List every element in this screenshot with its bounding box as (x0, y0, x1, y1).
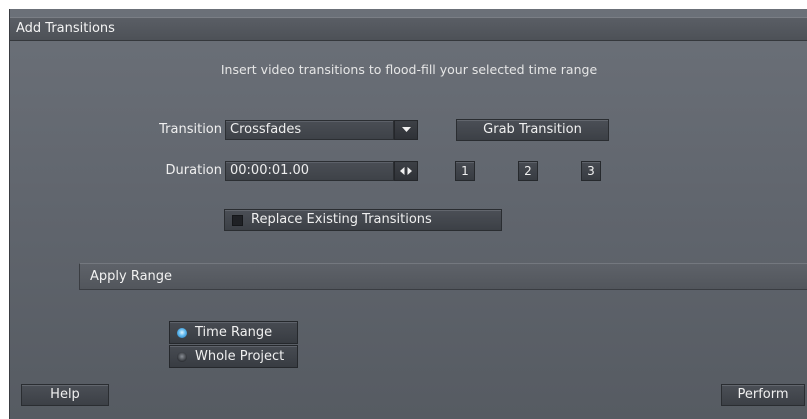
checkbox-box (232, 215, 243, 226)
radio-unselected-icon (177, 352, 187, 362)
dialog-title: Add Transitions (10, 17, 807, 41)
dialog-subtitle: Insert video transitions to flood-fill y… (220, 62, 598, 77)
duration-preset-2-button[interactable]: 2 (518, 161, 538, 181)
duration-label: Duration (165, 163, 222, 178)
replace-existing-label: Replace Existing Transitions (251, 212, 432, 227)
radio-whole-project[interactable]: Whole Project (169, 345, 298, 368)
duration-field[interactable]: 00:00:01.00 (225, 161, 394, 181)
add-transitions-dialog: Add Transitions Insert video transitions… (9, 9, 807, 419)
replace-existing-transitions-checkbox[interactable]: Replace Existing Transitions (224, 209, 502, 231)
duration-preset-3-button[interactable]: 3 (581, 161, 601, 181)
radio-time-range-label: Time Range (195, 325, 273, 340)
help-button[interactable]: Help (21, 384, 109, 406)
transition-label: Transition (159, 122, 222, 137)
radio-time-range[interactable]: Time Range (169, 321, 298, 344)
left-right-arrows-icon[interactable] (394, 161, 418, 181)
grab-transition-button[interactable]: Grab Transition (456, 119, 609, 141)
perform-button[interactable]: Perform (721, 384, 805, 406)
duration-preset-1-button[interactable]: 1 (455, 161, 475, 181)
transition-dropdown[interactable]: Crossfades (225, 120, 394, 140)
radio-selected-icon (177, 328, 187, 338)
apply-range-header: Apply Range (79, 263, 807, 290)
apply-range-radio-group: Time Range Whole Project (169, 321, 298, 368)
radio-whole-project-label: Whole Project (195, 349, 285, 364)
chevron-down-icon[interactable] (394, 120, 418, 140)
